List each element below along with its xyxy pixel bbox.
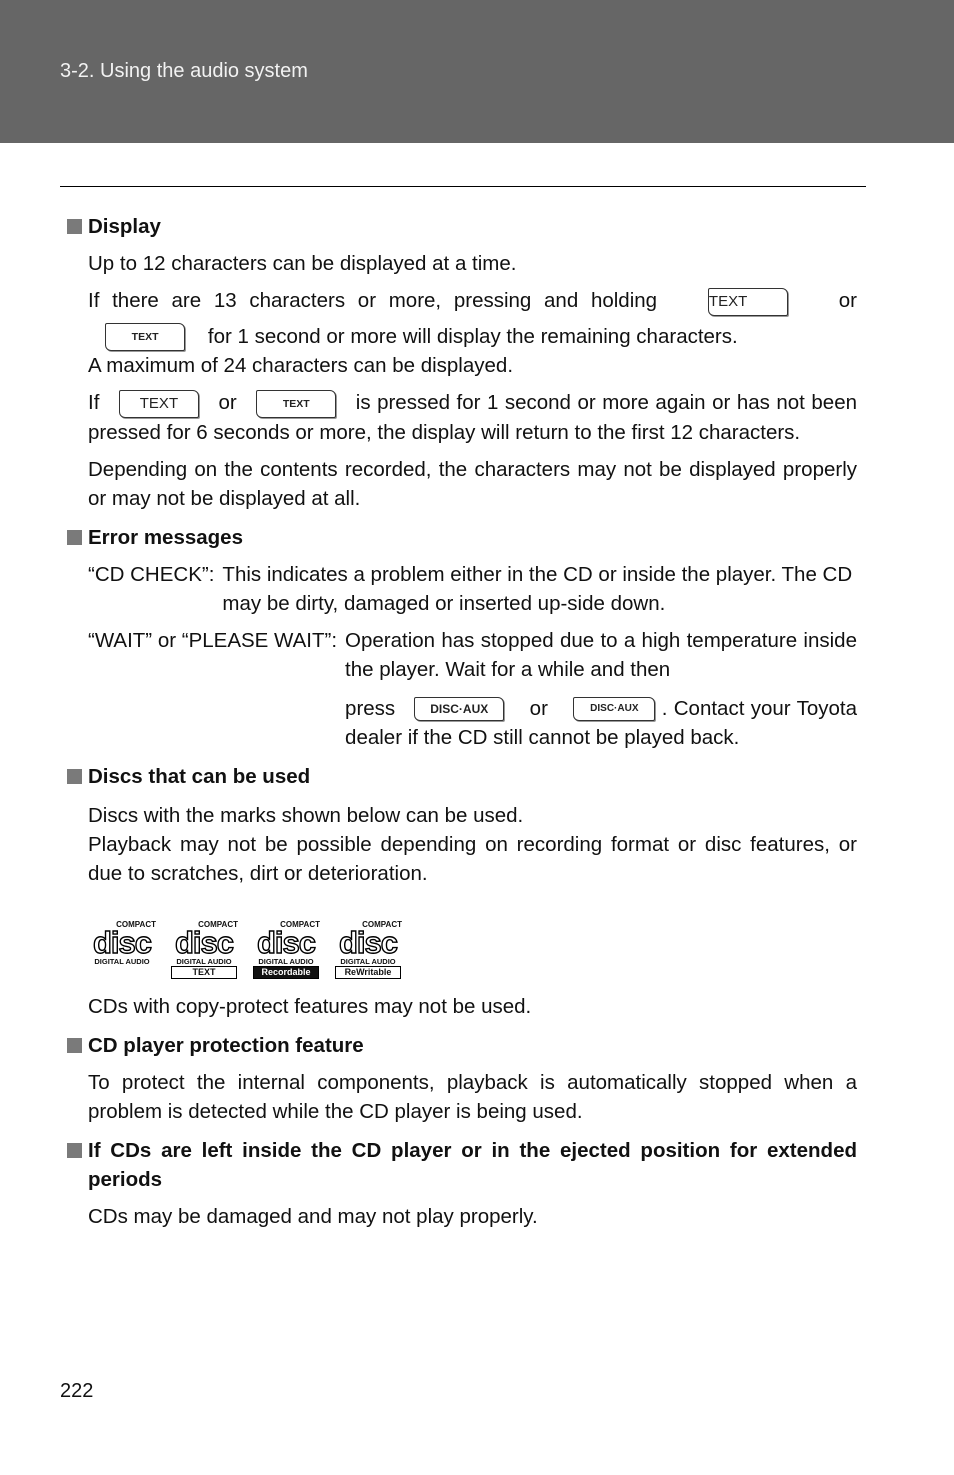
paragraph: To protect the internal components, play… <box>88 1070 857 1123</box>
divider <box>60 186 866 187</box>
logo-mark: disc <box>92 924 152 960</box>
header-band: 3-2. Using the audio system <box>0 0 954 143</box>
paragraph: CDs with copy-protect features may not b… <box>88 994 532 1018</box>
paragraph: Playback may not be possible depending o… <box>88 832 857 885</box>
compact-disc-recordable-logo: COMPACT disc DIGITAL AUDIO Recordable <box>252 920 320 979</box>
page-number: 222 <box>60 1380 94 1402</box>
text: If there are 13 characters or more, pres… <box>88 289 658 312</box>
text: or <box>529 696 548 720</box>
paragraph: Up to 12 characters can be displayed at … <box>88 252 517 275</box>
paragraph: A maximum of 24 characters can be displa… <box>88 354 514 378</box>
paragraph-text-hold: If there are 13 characters or more, pres… <box>88 286 857 316</box>
logo-mark: disc <box>256 924 316 960</box>
heading-display: Display <box>67 212 857 241</box>
protection-body: To protect the internal components, play… <box>67 1068 857 1126</box>
paragraph-return: If TEXT or TEXT is pressed for 1 second … <box>88 388 857 447</box>
error-label: “WAIT” or “PLEASE WAIT”: <box>88 628 338 652</box>
text: for 1 second or more will display the re… <box>207 324 738 348</box>
heading-text: If CDs are left inside the CD player or … <box>88 1138 857 1191</box>
section-title: 3-2. Using the audio system <box>60 60 308 82</box>
compact-disc-rewritable-logo: COMPACT disc DIGITAL AUDIO ReWritable <box>334 920 402 979</box>
heading-left-inside: If CDs are left inside the CD player or … <box>67 1136 857 1194</box>
text: If <box>88 391 100 415</box>
disc-aux-button-icon: DISC·AUX <box>414 697 505 722</box>
error-text: Operation has stopped due to a high temp… <box>345 626 857 752</box>
heading-protection: CD player protection feature <box>67 1031 857 1060</box>
heading-discs: Discs that can be used <box>67 762 857 791</box>
left-inside-body: CDs may be damaged and may not play prop… <box>67 1202 857 1231</box>
compact-disc-text-logo: COMPACT disc DIGITAL AUDIO TEXT <box>170 920 238 979</box>
text-button-small-icon: TEXT <box>105 323 186 352</box>
paragraph: CDs may be damaged and may not play prop… <box>88 1204 538 1228</box>
logo-mark: disc <box>338 924 398 960</box>
text: is pressed for 1 second or more again or… <box>88 391 857 444</box>
paragraph-remaining: TEXT for 1 second or more will display t… <box>88 322 857 352</box>
logo-tag: TEXT <box>171 965 237 979</box>
text-button-icon: TEXT <box>118 389 199 418</box>
page-content: Display Up to 12 characters can be displ… <box>67 212 857 1231</box>
bullet-square-icon <box>67 219 82 234</box>
bullet-square-icon <box>67 529 82 545</box>
bullet-square-icon <box>67 1037 82 1053</box>
text-button-icon: TEXT <box>707 287 788 316</box>
compact-disc-digital-audio-logo: COMPACT disc DIGITAL AUDIO <box>88 920 156 978</box>
text: Operation has stopped due to a high temp… <box>345 628 857 681</box>
logo-tag: ReWritable <box>335 965 401 979</box>
logo-tag: Recordable <box>253 965 319 979</box>
text-button-small-icon: TEXT <box>256 389 337 418</box>
error-item-cd-check: “CD CHECK”: This indicates a problem eit… <box>88 560 857 618</box>
logo-sub: DIGITAL AUDIO <box>94 956 150 966</box>
heading-text: Discs that can be used <box>88 764 311 788</box>
press-line: press DISC·AUX or DISC·AUX . Contact you… <box>345 694 857 752</box>
logo-sub: DIGITAL AUDIO <box>176 956 232 966</box>
error-label: “CD CHECK”: <box>88 562 215 586</box>
error-text: This indicates a problem either in the C… <box>222 562 853 615</box>
heading-text: Error messages <box>88 525 243 549</box>
errors-body: “CD CHECK”: This indicates a problem eit… <box>67 560 857 752</box>
heading-text: Display <box>88 215 161 238</box>
heading-text: CD player protection feature <box>88 1033 364 1057</box>
heading-error-messages: Error messages <box>67 523 857 552</box>
disc-aux-button-small-icon: DISC·AUX <box>573 697 656 722</box>
text: press <box>345 696 396 720</box>
logo-sub: DIGITAL AUDIO <box>340 956 396 966</box>
logo-sub: DIGITAL AUDIO <box>258 956 314 966</box>
display-body: Up to 12 characters can be displayed at … <box>67 249 857 513</box>
paragraph: Discs with the marks shown below can be … <box>88 803 524 827</box>
text: or <box>218 391 237 415</box>
error-item-wait: “WAIT” or “PLEASE WAIT”: Operation has s… <box>88 626 857 752</box>
bullet-square-icon <box>67 768 82 784</box>
text: or <box>838 289 857 312</box>
paragraph: Depending on the contents recorded, the … <box>88 457 857 510</box>
logo-mark: disc <box>174 924 234 960</box>
discs-body: Discs with the marks shown below can be … <box>67 801 857 1021</box>
disc-logos: COMPACT disc DIGITAL AUDIO COMPACT disc … <box>88 920 857 979</box>
bullet-square-icon <box>67 1142 82 1158</box>
